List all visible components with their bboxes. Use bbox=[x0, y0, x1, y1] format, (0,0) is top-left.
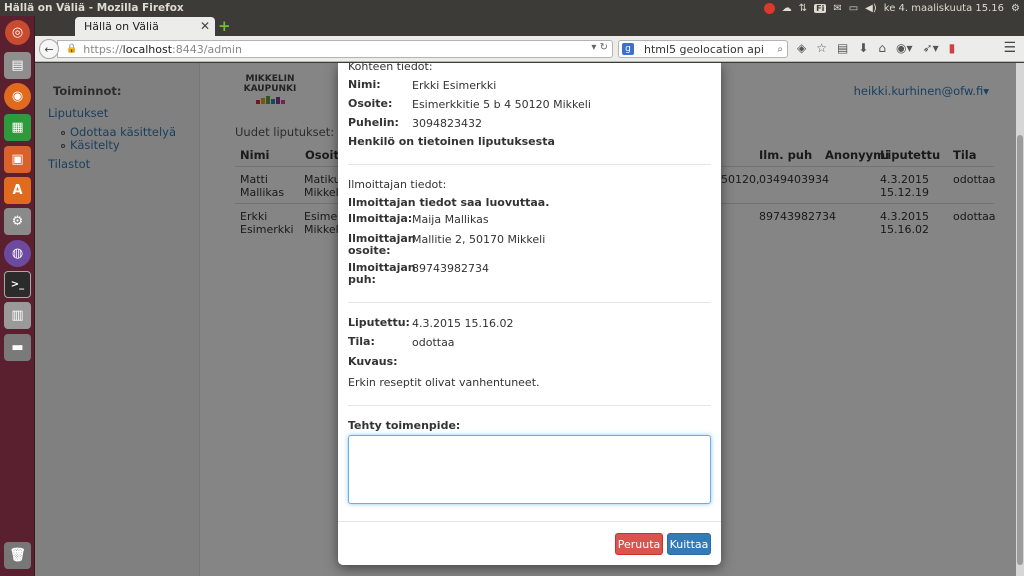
reporter-note: Ilmoittajan tiedot saa luovuttaa. bbox=[348, 196, 550, 209]
reporter-heading: Ilmoittajan tiedot: bbox=[348, 178, 447, 191]
firefox-icon[interactable]: ◉ bbox=[4, 83, 31, 110]
page-scrollbar[interactable] bbox=[1016, 63, 1024, 576]
page-viewport: Toiminnot: Liputukset Odottaa käsittelyä… bbox=[35, 63, 1016, 576]
settings-gear-icon[interactable]: ⚙ bbox=[1011, 3, 1020, 14]
url-host: localhost bbox=[122, 42, 173, 56]
browser-nav-bar: 🔒 https://localhost:8443/admin ▾ ↻ ← g h… bbox=[35, 36, 1024, 62]
menu-icon[interactable]: ☰ bbox=[1003, 40, 1016, 56]
search-icon[interactable]: ⌕ bbox=[777, 44, 783, 55]
bookmark-star-icon[interactable]: ☆ bbox=[816, 41, 827, 55]
new-tab-icon[interactable]: + bbox=[218, 17, 231, 35]
kuvaus-value: Erkin reseptit olivat vanhentuneet. bbox=[348, 376, 540, 389]
section-divider bbox=[348, 302, 711, 303]
addon3-icon[interactable]: ▮ bbox=[949, 41, 956, 55]
extension-icon[interactable]: ◈ bbox=[797, 41, 806, 55]
reporter-phone-value: 89743982734 bbox=[412, 262, 489, 275]
trash-icon[interactable]: 🗑 bbox=[4, 542, 31, 569]
liputettu-label: Liputettu: bbox=[348, 316, 410, 329]
search-query: html5 geolocation api bbox=[644, 42, 764, 56]
puhelin-value: 3094823432 bbox=[412, 117, 482, 130]
reporter-label: Ilmoittaja: bbox=[348, 212, 413, 225]
back-button[interactable]: ← bbox=[39, 39, 59, 59]
browser-tab-bar: Hällä on Väliä ✕ + bbox=[35, 16, 1024, 36]
window-title: Hällä on Väliä - Mozilla Firefox bbox=[4, 2, 184, 14]
osoite-label: Osoite: bbox=[348, 97, 393, 110]
scrollbar-thumb[interactable] bbox=[1017, 135, 1023, 565]
battery-icon[interactable]: ▭ bbox=[849, 3, 858, 14]
search-bar[interactable]: g html5 geolocation api ⌕ bbox=[618, 40, 788, 58]
spreadsheet-icon[interactable]: ▦ bbox=[4, 114, 31, 141]
archive-icon[interactable]: ▥ bbox=[4, 302, 31, 329]
aware-note: Henkilö on tietoinen liputuksesta bbox=[348, 135, 555, 148]
home-icon[interactable]: ⌂ bbox=[878, 41, 886, 55]
cancel-button[interactable]: Peruuta bbox=[615, 533, 663, 555]
url-scheme: https:// bbox=[83, 42, 123, 56]
close-tab-icon[interactable]: ✕ bbox=[200, 19, 210, 33]
keyboard-layout-indicator[interactable]: Fi bbox=[814, 3, 827, 13]
url-text: https://localhost:8443/admin bbox=[83, 43, 242, 56]
liputettu-value: 4.3.2015 15.16.02 bbox=[412, 317, 514, 330]
ubuntu-dash-icon[interactable]: ◎ bbox=[5, 20, 30, 45]
flag-details-modal: Kohteen tiedot: Nimi: Erkki Esimerkki Os… bbox=[338, 63, 721, 565]
nimi-value: Erkki Esimerkki bbox=[412, 79, 497, 92]
target-heading: Kohteen tiedot: bbox=[348, 63, 433, 73]
cloud-icon[interactable]: ☁ bbox=[782, 3, 792, 14]
search-engine-icon[interactable]: g bbox=[622, 43, 634, 55]
nimi-label: Nimi: bbox=[348, 78, 381, 91]
clock[interactable]: ke 4. maaliskuuta 15.16 bbox=[884, 3, 1004, 14]
files-icon[interactable]: ▤ bbox=[4, 52, 31, 79]
reporter-addr-value: Mallitie 2, 50170 Mikkeli bbox=[412, 233, 546, 246]
action-textarea[interactable] bbox=[348, 435, 711, 504]
mail-icon[interactable]: ✉ bbox=[833, 3, 841, 14]
reporter-phone-label-2: puh: bbox=[348, 273, 376, 286]
lock-icon: 🔒 bbox=[66, 44, 78, 54]
os-top-panel: Hällä on Väliä - Mozilla Firefox ☁ ⇅ Fi … bbox=[0, 0, 1024, 16]
download-icon[interactable]: ⬇ bbox=[858, 41, 868, 55]
tab-title: Hällä on Väliä bbox=[84, 20, 159, 33]
kuvaus-label: Kuvaus: bbox=[348, 355, 398, 368]
tila-label: Tila: bbox=[348, 335, 375, 348]
notification-icon[interactable] bbox=[763, 2, 775, 14]
reporter-value: Maija Mallikas bbox=[412, 213, 489, 226]
bookmarks-list-icon[interactable]: ▤ bbox=[837, 41, 848, 55]
modal-footer-divider bbox=[338, 521, 721, 522]
addon-icon[interactable]: ◉▾ bbox=[896, 41, 913, 55]
terminal-icon[interactable]: >_ bbox=[4, 271, 31, 298]
addon2-icon[interactable]: ➶▾ bbox=[923, 41, 939, 55]
action-label: Tehty toimenpide: bbox=[348, 419, 461, 432]
reload-icon[interactable]: ▾ ↻ bbox=[591, 42, 608, 53]
presentation-icon[interactable]: ▣ bbox=[4, 146, 31, 173]
section-divider bbox=[348, 405, 711, 406]
drive-icon[interactable]: ▬ bbox=[4, 334, 31, 361]
browser-tab[interactable]: Hällä on Väliä ✕ bbox=[75, 17, 215, 36]
tila-value: odottaa bbox=[412, 336, 455, 349]
section-divider bbox=[348, 164, 711, 165]
url-bar[interactable]: 🔒 https://localhost:8443/admin ▾ ↻ bbox=[57, 40, 613, 58]
app-launcher: ◎ ▤ ◉ ▦ ▣ A ⚙ ◍ >_ ▥ ▬ 🗑 bbox=[0, 16, 35, 576]
software-center-icon[interactable]: A bbox=[4, 177, 31, 204]
confirm-button[interactable]: Kuittaa bbox=[667, 533, 711, 555]
browser-icon[interactable]: ◍ bbox=[4, 240, 31, 267]
volume-icon[interactable]: ◀) bbox=[865, 3, 877, 14]
network-icon[interactable]: ⇅ bbox=[799, 3, 807, 14]
system-settings-icon[interactable]: ⚙ bbox=[4, 208, 31, 235]
toolbar-icons: ◈ ☆ ▤ ⬇ ⌂ ◉▾ ➶▾ ▮ bbox=[797, 41, 955, 55]
puhelin-label: Puhelin: bbox=[348, 116, 399, 129]
system-tray: ☁ ⇅ Fi ✉ ▭ ◀) ke 4. maaliskuuta 15.16 ⚙ bbox=[763, 2, 1024, 14]
osoite-value: Esimerkkitie 5 b 4 50120 Mikkeli bbox=[412, 98, 591, 111]
url-path: :8443/admin bbox=[172, 42, 242, 56]
reporter-addr-label-2: osoite: bbox=[348, 244, 391, 257]
